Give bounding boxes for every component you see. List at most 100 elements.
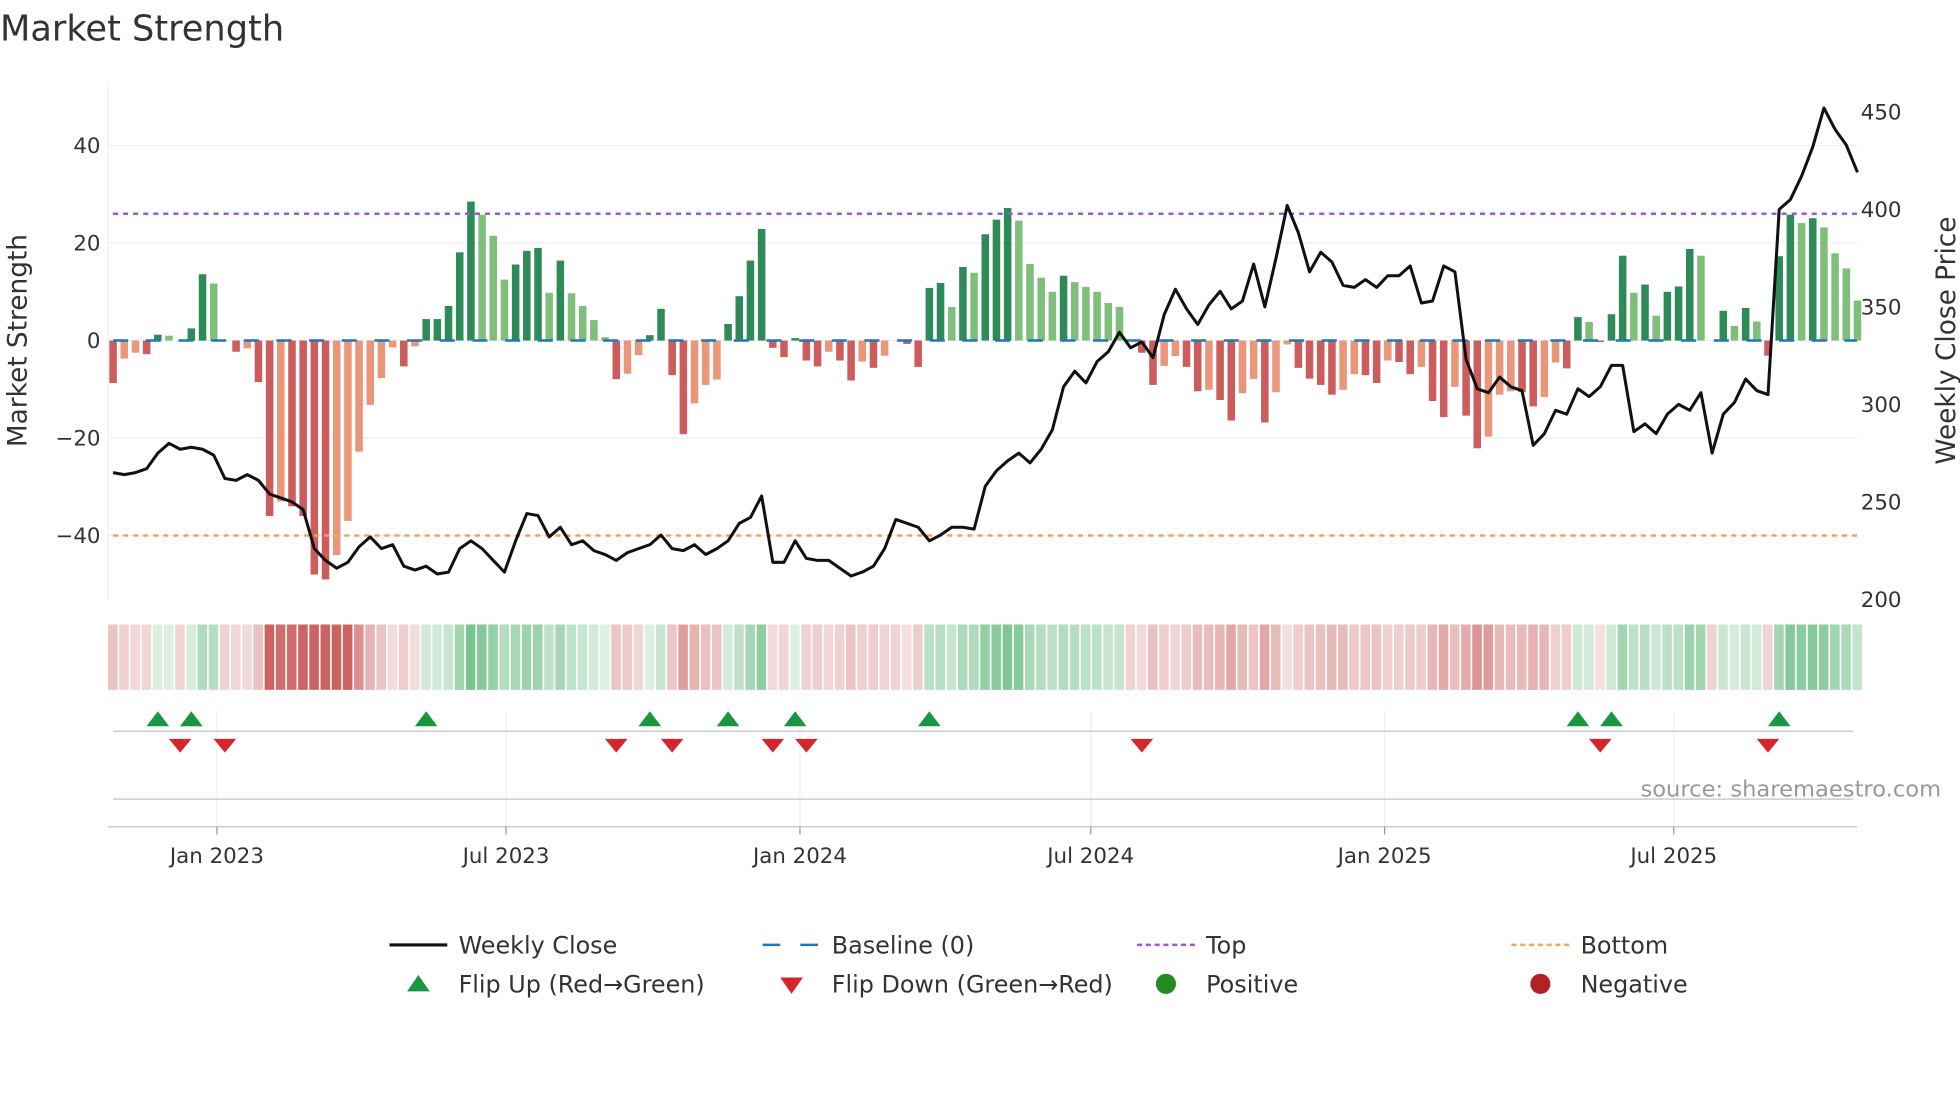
strength-bar [1361,340,1370,376]
strength-bar [1384,340,1392,361]
strength-bar [433,319,442,341]
heat-cell [801,624,811,690]
strength-bar [679,340,688,435]
legend-item: Positive [1155,971,1298,999]
heat-cell [823,624,834,690]
heat-cell [980,624,990,690]
strength-bar [1160,340,1168,366]
strength-bar [1831,253,1839,341]
flip-down-marker [604,738,628,753]
right-tick-label: 400 [1861,198,1902,223]
strength-bar [277,340,285,502]
heat-cell [1796,624,1807,690]
strength-bar [321,340,330,580]
flip-markers-panel [113,711,1854,800]
strength-bar [1328,340,1336,395]
heat-cell [1103,624,1113,690]
heat-cell [130,624,140,690]
heat-cell [946,624,957,690]
heat-cell [1572,624,1583,690]
legend-item: Negative [1530,971,1688,999]
heat-cell [767,624,778,690]
heat-cell [857,624,867,690]
flip-up-marker [1767,711,1791,727]
flip-down-marker [660,738,684,753]
legend-label: Negative [1581,971,1688,999]
heat-cell [790,624,800,690]
heat-cell [1080,624,1091,690]
left-axis-label: Market Strength [3,234,33,447]
strength-bar [1104,303,1113,341]
heat-cell [588,624,599,690]
heat-cell [532,624,543,690]
heat-cell [913,624,923,690]
heat-cell [1584,624,1594,690]
right-tick-label: 450 [1861,100,1902,125]
heat-cell [108,624,118,690]
heat-cell [890,624,901,690]
heat-cell [465,624,476,690]
strength-bar [1529,340,1537,407]
heat-cell [1528,624,1538,690]
strength-bar [824,340,833,352]
heat-cell [1707,624,1717,690]
gridlines [107,81,1857,827]
strength-bar [1652,315,1660,341]
heat-cell [521,624,532,690]
strength-bar [869,340,878,368]
chart-title: Market Strength [0,8,284,49]
strength-bar [701,340,710,385]
strength-heat-strip [108,624,1862,690]
strength-bar [1059,275,1068,341]
heat-cell [1751,624,1762,690]
strength-bar [780,340,788,358]
strength-bar [657,308,665,341]
heat-cell [1662,624,1672,690]
heat-cell [1841,624,1851,690]
heat-cell [331,624,342,690]
heat-cell [286,624,297,690]
heat-cell [454,624,465,690]
strength-bar [1305,340,1314,379]
heat-cell [812,624,823,690]
heat-cell [1159,624,1169,690]
strength-bar [1551,340,1560,363]
heat-cell [834,624,845,690]
heat-cell [1550,624,1561,690]
heat-cell [1684,624,1695,690]
strength-bar [1730,325,1739,341]
heat-cell [421,624,431,690]
heat-cell [1282,624,1292,690]
strength-bar [1618,255,1627,341]
flip-down-marker [168,738,192,753]
heat-cell [275,624,286,690]
legend-item: Baseline (0) [762,932,974,960]
strength-bar [1395,340,1403,363]
strength-bar [534,247,542,341]
flip-up-marker [783,711,807,727]
heat-cell [1315,624,1326,690]
heat-cell [231,624,241,690]
heat-cell [1002,624,1013,690]
heat-cell [622,624,632,690]
strength-bar [567,293,576,341]
heat-cell [969,624,979,690]
heat-cell [365,624,375,690]
x-tick-label: Jan 2023 [168,844,264,869]
strength-bar [813,340,822,367]
right-tick-label: 200 [1861,588,1902,613]
heat-cell [1226,624,1236,690]
heat-cell [1617,624,1628,690]
strength-bar [1216,340,1224,401]
flip-up-marker [716,711,740,727]
heat-cell [611,624,621,690]
strength-bar [791,338,799,341]
heat-cell [1830,624,1840,690]
strength-bar [847,340,855,381]
strength-bar [1082,286,1090,341]
heat-cell [477,624,487,690]
heat-cell [219,624,230,690]
heat-cell [1461,624,1471,690]
heat-cell [253,624,263,690]
heat-cell [1695,624,1706,690]
